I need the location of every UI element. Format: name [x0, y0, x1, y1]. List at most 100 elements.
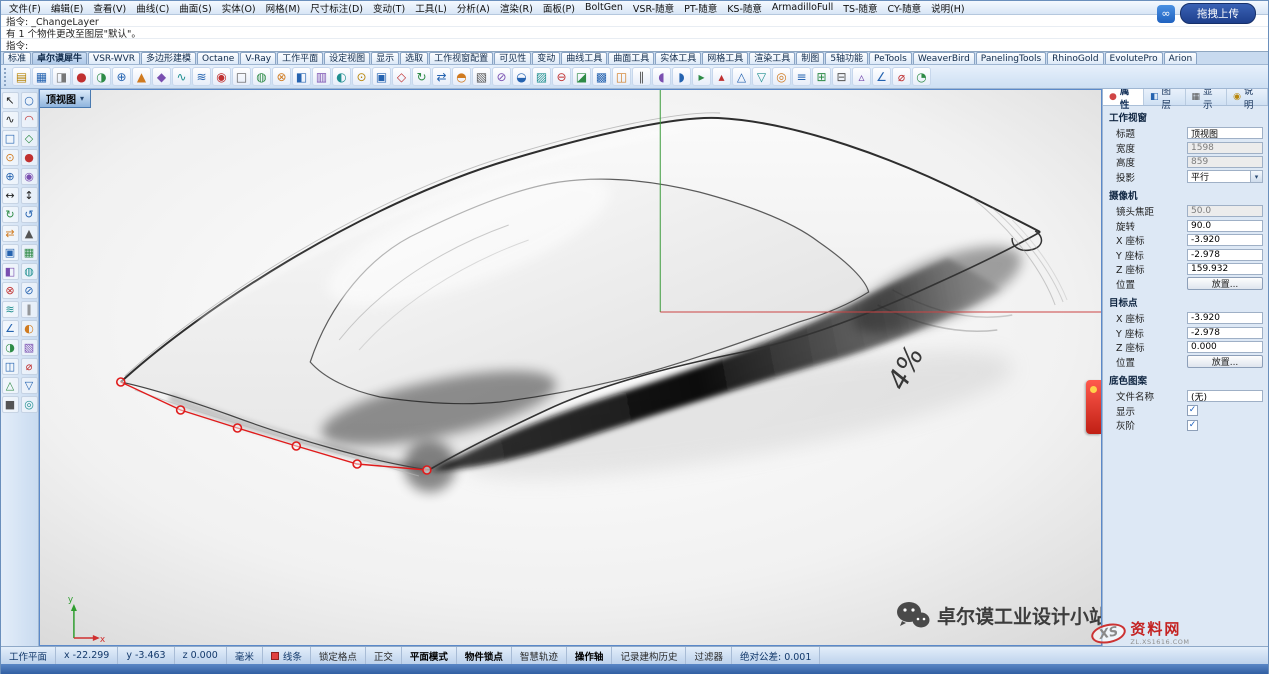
menu-item[interactable]: 面板(P): [538, 1, 580, 15]
wallpaper-filename-input[interactable]: (无): [1187, 390, 1263, 402]
tool-icon[interactable]: ▽: [21, 377, 38, 394]
toolbar-tab[interactable]: 卓尔谟犀牛: [32, 52, 87, 64]
menu-item[interactable]: 查看(V): [88, 1, 131, 15]
status-toggle[interactable]: 过滤器: [686, 647, 732, 664]
tool-icon[interactable]: ⌀: [892, 67, 911, 86]
panel-tab[interactable]: ● 属性: [1103, 89, 1144, 105]
units-pane[interactable]: 毫米: [227, 647, 263, 664]
toolbar-tab[interactable]: 曲面工具: [608, 52, 654, 64]
tool-icon[interactable]: ◨: [52, 67, 71, 86]
tool-icon[interactable]: ◫: [612, 67, 631, 86]
tool-icon[interactable]: ▦: [21, 244, 38, 261]
tool-icon[interactable]: ⊟: [832, 67, 851, 86]
tool-icon[interactable]: ↻: [2, 206, 19, 223]
tool-icon[interactable]: ▧: [472, 67, 491, 86]
tool-icon[interactable]: ◪: [572, 67, 591, 86]
tool-icon[interactable]: ∠: [2, 320, 19, 337]
layer-pane[interactable]: 线条: [263, 647, 311, 664]
tool-icon[interactable]: ◉: [21, 168, 38, 185]
tool-icon[interactable]: ⊗: [272, 67, 291, 86]
command-prompt[interactable]: 指令:: [1, 39, 1268, 51]
cplane-pane[interactable]: 工作平面: [1, 647, 56, 664]
menu-item[interactable]: 渲染(R): [495, 1, 538, 15]
tool-icon[interactable]: ◧: [2, 263, 19, 280]
tool-icon[interactable]: ◫: [2, 358, 19, 375]
viewport-canvas[interactable]: 4%: [40, 90, 1101, 645]
camera-z-input[interactable]: 159.932: [1187, 263, 1263, 275]
tool-icon[interactable]: ⌀: [21, 358, 38, 375]
tool-icon[interactable]: ◑: [2, 339, 19, 356]
toolbar-tab[interactable]: 制图: [796, 52, 824, 64]
menu-item[interactable]: 变动(T): [368, 1, 410, 15]
toolbar-tab[interactable]: PeTools: [869, 52, 912, 64]
toolbar-tab[interactable]: EvolutePro: [1105, 52, 1163, 64]
drag-upload-button[interactable]: 拖拽上传: [1180, 3, 1256, 24]
target-y-input[interactable]: -2.978: [1187, 327, 1263, 339]
toolbar-tab[interactable]: 设定视图: [324, 52, 370, 64]
tool-icon[interactable]: ▵: [852, 67, 871, 86]
menu-item[interactable]: 尺寸标注(D): [305, 1, 368, 15]
viewport-title-input[interactable]: 顶视图: [1187, 127, 1263, 139]
tool-icon[interactable]: ▩: [592, 67, 611, 86]
tool-icon[interactable]: ▲: [132, 67, 151, 86]
camera-place-button[interactable]: 放置...: [1187, 277, 1263, 290]
tool-icon[interactable]: △: [732, 67, 751, 86]
tool-icon[interactable]: ⊙: [2, 149, 19, 166]
menu-item[interactable]: BoltGen: [580, 2, 628, 13]
tool-icon[interactable]: ◓: [452, 67, 471, 86]
tool-icon[interactable]: ●: [21, 149, 38, 166]
tool-icon[interactable]: ◗: [672, 67, 691, 86]
tool-icon[interactable]: ∿: [172, 67, 191, 86]
status-toggle[interactable]: 锁定格点: [311, 647, 366, 664]
tool-icon[interactable]: ◍: [21, 263, 38, 280]
tool-icon[interactable]: ●: [72, 67, 91, 86]
toolbar-tab[interactable]: RhinoGold: [1047, 52, 1103, 64]
toolbar-tab[interactable]: 变动: [532, 52, 560, 64]
menu-item[interactable]: 编辑(E): [46, 1, 88, 15]
tool-icon[interactable]: ◍: [252, 67, 271, 86]
menu-item[interactable]: TS-随意: [838, 1, 882, 15]
toolbar-tab[interactable]: Octane: [197, 52, 239, 64]
target-x-input[interactable]: -3.920: [1187, 312, 1263, 324]
projection-select[interactable]: 平行: [1187, 170, 1263, 183]
tool-icon[interactable]: □: [232, 67, 251, 86]
tool-icon[interactable]: ■: [2, 396, 19, 413]
tool-icon[interactable]: ◧: [292, 67, 311, 86]
tool-icon[interactable]: ◐: [21, 320, 38, 337]
tool-icon[interactable]: ⊞: [812, 67, 831, 86]
viewport[interactable]: 4%: [39, 89, 1102, 646]
tool-icon[interactable]: ◎: [772, 67, 791, 86]
tool-icon[interactable]: ⇄: [2, 225, 19, 242]
tool-icon[interactable]: ↔: [2, 187, 19, 204]
tool-icon[interactable]: ≋: [192, 67, 211, 86]
status-toggle[interactable]: 操作轴: [567, 647, 613, 664]
toolbar-tab[interactable]: 实体工具: [655, 52, 701, 64]
tool-icon[interactable]: ⊙: [352, 67, 371, 86]
tool-icon[interactable]: ◒: [512, 67, 531, 86]
target-z-input[interactable]: 0.000: [1187, 341, 1263, 353]
menu-item[interactable]: CY-随意: [883, 1, 927, 15]
tool-icon[interactable]: ≋: [2, 301, 19, 318]
tool-icon[interactable]: ◖: [652, 67, 671, 86]
tool-icon[interactable]: ⇄: [432, 67, 451, 86]
wallpaper-show-checkbox[interactable]: [1187, 405, 1198, 416]
chevron-down-icon[interactable]: [1250, 171, 1262, 182]
menu-item[interactable]: 分析(A): [452, 1, 495, 15]
status-toggle[interactable]: 平面模式: [402, 647, 457, 664]
tool-icon[interactable]: ⊘: [21, 282, 38, 299]
toolbar-tab[interactable]: 渲染工具: [749, 52, 795, 64]
rotation-input[interactable]: 90.0: [1187, 220, 1263, 232]
tool-icon[interactable]: ∿: [2, 111, 19, 128]
toolbar-tab[interactable]: 5轴功能: [825, 52, 868, 64]
toolbar-grip[interactable]: [4, 68, 8, 86]
tool-icon[interactable]: ▽: [752, 67, 771, 86]
toolbar-tab[interactable]: VSR-WVR: [88, 52, 140, 64]
toolbar-tab[interactable]: 选取: [400, 52, 428, 64]
toolbar-tab[interactable]: 曲线工具: [561, 52, 607, 64]
tool-icon[interactable]: ↻: [412, 67, 431, 86]
tool-icon[interactable]: ▥: [312, 67, 331, 86]
menu-item[interactable]: 网格(M): [261, 1, 306, 15]
tool-icon[interactable]: ▤: [12, 67, 31, 86]
panel-tab[interactable]: ◉ 说明: [1227, 89, 1268, 105]
camera-y-input[interactable]: -2.978: [1187, 249, 1263, 261]
